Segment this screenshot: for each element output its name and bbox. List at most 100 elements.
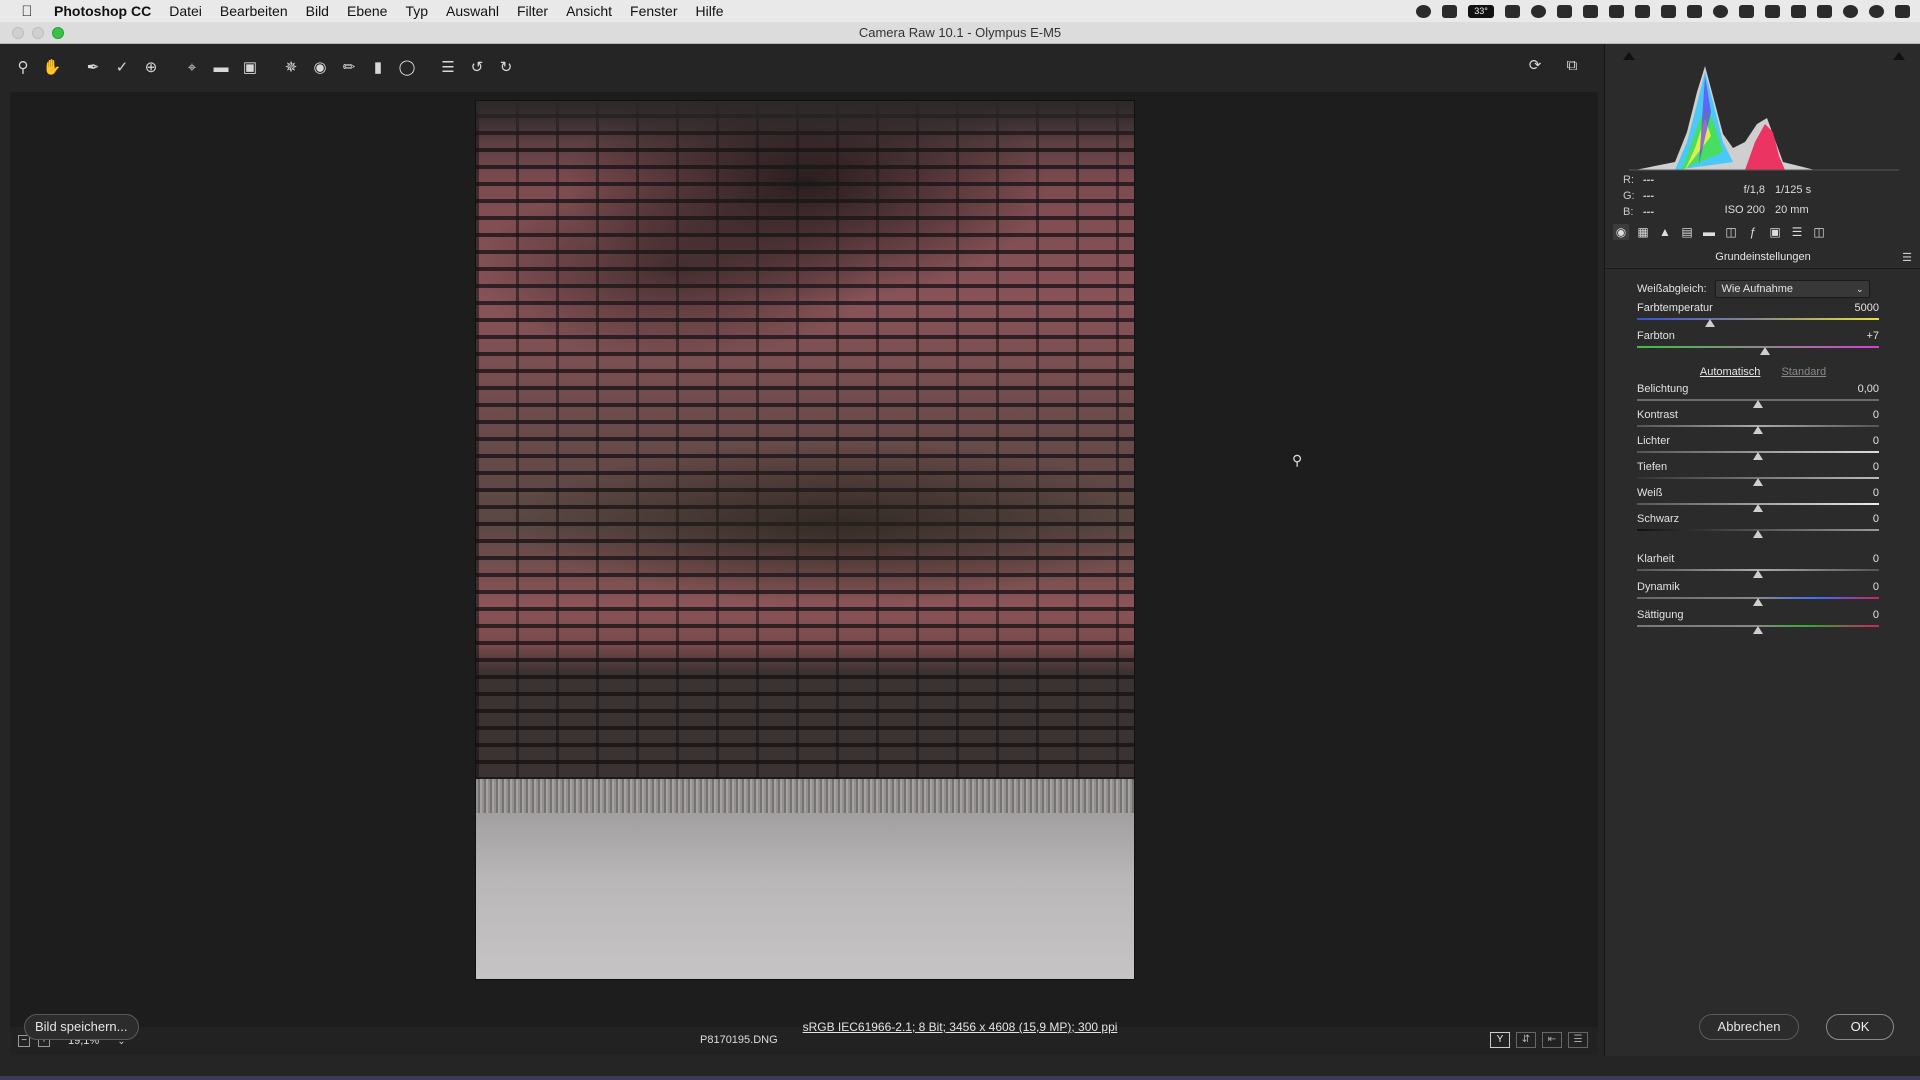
- dropbox-icon[interactable]: [1583, 4, 1598, 18]
- slider-schwarz[interactable]: Schwarz 0: [1637, 513, 1883, 539]
- slider-value[interactable]: 0: [1873, 461, 1879, 473]
- record-icon[interactable]: [1416, 4, 1431, 18]
- temperature-badge[interactable]: 33°: [1468, 4, 1494, 18]
- before-after-toggle-icon[interactable]: Y: [1490, 1032, 1510, 1048]
- tab-lens-icon[interactable]: ◫: [1723, 224, 1739, 240]
- slider-thumb[interactable]: [1753, 452, 1763, 460]
- adjustment-brush-icon[interactable]: ✏: [338, 56, 360, 78]
- crop-icon[interactable]: ⌖: [181, 56, 203, 78]
- menu-bearbeiten[interactable]: Bearbeiten: [220, 3, 288, 19]
- slider-value[interactable]: 0: [1873, 609, 1879, 621]
- drive-icon[interactable]: [1557, 4, 1572, 18]
- slider-value[interactable]: 5000: [1855, 302, 1879, 314]
- notification-center-icon[interactable]: [1895, 4, 1910, 18]
- hdd-icon[interactable]: [1635, 4, 1650, 18]
- messages-icon[interactable]: [1661, 4, 1676, 18]
- creative-cloud-icon[interactable]: [1531, 4, 1546, 18]
- menu-filter[interactable]: Filter: [517, 3, 548, 19]
- zoom-icon[interactable]: ⚲: [12, 56, 34, 78]
- close-window-icon[interactable]: [12, 27, 24, 39]
- tab-basic-icon[interactable]: ◉: [1613, 224, 1629, 240]
- minimize-window-icon[interactable]: [32, 27, 44, 39]
- slider-thumb[interactable]: [1753, 504, 1763, 512]
- slider-thumb[interactable]: [1704, 319, 1715, 327]
- white-balance-select[interactable]: Wie Aufnahme ⌄: [1714, 280, 1870, 298]
- menu-auswahl[interactable]: Auswahl: [446, 3, 499, 19]
- slider-belichtung[interactable]: Belichtung 0,00: [1637, 383, 1883, 409]
- hand-icon[interactable]: ✋: [41, 56, 63, 78]
- slider-lichter[interactable]: Lichter 0: [1637, 435, 1883, 461]
- menu-ansicht[interactable]: Ansicht: [566, 3, 612, 19]
- slider-farbton[interactable]: Farbton +7: [1637, 330, 1883, 356]
- slider-klarheit[interactable]: Klarheit 0: [1637, 553, 1883, 579]
- tab-presets-icon[interactable]: ☰: [1789, 224, 1805, 240]
- panel-menu-icon[interactable]: ☰: [1902, 251, 1912, 264]
- highlight-clipping-icon[interactable]: [1893, 52, 1905, 60]
- cancel-button[interactable]: Abbrechen: [1699, 1014, 1799, 1040]
- sync-icon[interactable]: ⟳: [1524, 54, 1546, 76]
- slider-kontrast[interactable]: Kontrast 0: [1637, 409, 1883, 435]
- image-canvas[interactable]: [10, 92, 1598, 1027]
- apple-menu-icon[interactable]: : [0, 3, 54, 20]
- fullscreen-icon[interactable]: ⧉: [1561, 54, 1583, 76]
- slider-thumb[interactable]: [1753, 570, 1763, 578]
- default-link[interactable]: Standard: [1781, 366, 1826, 378]
- slider-thumb[interactable]: [1753, 400, 1763, 408]
- tab-detail-icon[interactable]: ▲: [1657, 224, 1673, 240]
- slider-dynamik[interactable]: Dynamik 0: [1637, 581, 1883, 607]
- slider-value[interactable]: +7: [1866, 330, 1879, 342]
- slider-value[interactable]: 0: [1873, 487, 1879, 499]
- sync-status-icon[interactable]: [1687, 4, 1702, 18]
- slider-thumb[interactable]: [1760, 347, 1771, 355]
- slider-value[interactable]: 0: [1873, 435, 1879, 447]
- tab-camera-calibration-icon[interactable]: ▣: [1767, 224, 1783, 240]
- slider-value[interactable]: 0: [1873, 553, 1879, 565]
- rotate-left-icon[interactable]: ↺: [466, 56, 488, 78]
- tab-split-toning-icon[interactable]: ▬: [1701, 224, 1717, 240]
- menu-typ[interactable]: Typ: [405, 3, 428, 19]
- color-sampler-icon[interactable]: ✓: [111, 56, 133, 78]
- evernote-icon[interactable]: [1609, 4, 1624, 18]
- toggle-settings-icon[interactable]: ☰: [1568, 1032, 1588, 1048]
- targeted-adjustment-icon[interactable]: ⊕: [140, 56, 162, 78]
- menu-bild[interactable]: Bild: [306, 3, 329, 19]
- photo-preview[interactable]: [475, 100, 1135, 980]
- straighten-icon[interactable]: ▬: [210, 56, 232, 78]
- slider-value[interactable]: 0: [1873, 581, 1879, 593]
- workflow-options-link[interactable]: sRGB IEC61966-2.1; 8 Bit; 3456 x 4608 (1…: [0, 1020, 1920, 1034]
- zoom-window-icon[interactable]: [52, 27, 64, 39]
- graduated-filter-icon[interactable]: ▮: [367, 56, 389, 78]
- app-status-icon[interactable]: [1442, 4, 1457, 18]
- radial-filter-icon[interactable]: ◯: [396, 56, 418, 78]
- slider-thumb[interactable]: [1753, 478, 1763, 486]
- tab-effects-icon[interactable]: ƒ: [1745, 224, 1761, 240]
- menu-hilfe[interactable]: Hilfe: [695, 3, 723, 19]
- tab-tone-curve-icon[interactable]: ▦: [1635, 224, 1651, 240]
- spot-removal-icon[interactable]: ✵: [280, 56, 302, 78]
- wifi-icon[interactable]: [1765, 4, 1780, 18]
- slider-tiefen[interactable]: Tiefen 0: [1637, 461, 1883, 487]
- app-menu[interactable]: Photoshop CC: [54, 3, 151, 19]
- slider-saettigung[interactable]: Sättigung 0: [1637, 609, 1883, 635]
- auto-link[interactable]: Automatisch: [1700, 366, 1761, 378]
- menu-fenster[interactable]: Fenster: [630, 3, 677, 19]
- slider-farbtemperatur[interactable]: Farbtemperatur 5000: [1637, 302, 1883, 328]
- bluetooth-icon[interactable]: [1739, 4, 1754, 18]
- ok-button[interactable]: OK: [1826, 1014, 1894, 1040]
- slider-value[interactable]: 0: [1873, 409, 1879, 421]
- white-balance-icon[interactable]: ✒: [82, 56, 104, 78]
- slider-value[interactable]: 0: [1873, 513, 1879, 525]
- slider-thumb[interactable]: [1753, 626, 1763, 634]
- time-machine-icon[interactable]: [1713, 4, 1728, 18]
- menu-datei[interactable]: Datei: [169, 3, 202, 19]
- shadow-clipping-icon[interactable]: [1623, 52, 1635, 60]
- tab-snapshots-icon[interactable]: ◫: [1811, 224, 1827, 240]
- user-avatar-icon[interactable]: [1869, 4, 1884, 18]
- swap-settings-icon[interactable]: ⇵: [1516, 1032, 1536, 1048]
- battery-icon[interactable]: [1817, 4, 1832, 18]
- airplay-icon[interactable]: [1791, 4, 1806, 18]
- preferences-icon[interactable]: ☰: [437, 56, 459, 78]
- rotate-right-icon[interactable]: ↻: [495, 56, 517, 78]
- transform-icon[interactable]: ▣: [239, 56, 261, 78]
- slider-thumb[interactable]: [1753, 530, 1763, 538]
